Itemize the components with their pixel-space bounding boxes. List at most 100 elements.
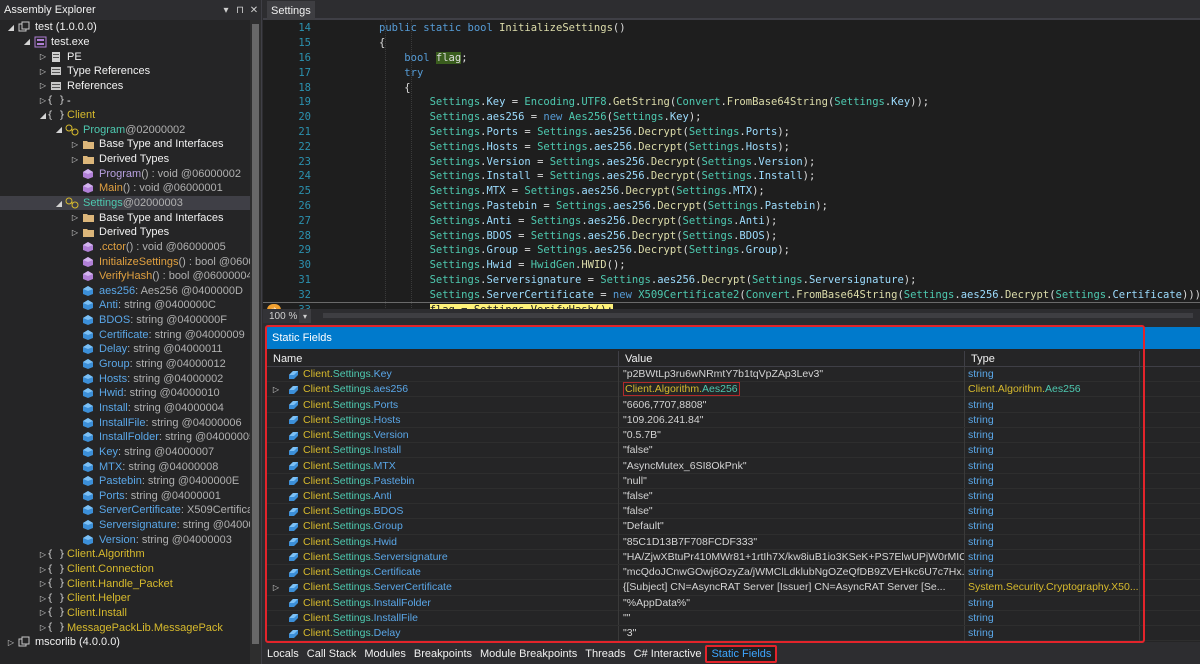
code-line[interactable]: 18 { [263, 80, 1200, 95]
tree-node[interactable]: ◢ Settings @02000003 [0, 195, 250, 211]
code-line[interactable]: 19 Settings.Key = Encoding.UTF8.GetStrin… [263, 95, 1200, 110]
code-line[interactable]: 21 Settings.Ports = Settings.aes256.Decr… [263, 125, 1200, 140]
collapsed-arrow-icon[interactable]: ▷ [6, 635, 16, 649]
code-line[interactable]: 26 Settings.Pastebin = Settings.aes256.D… [263, 199, 1200, 214]
tree-node[interactable]: Main() : void @06000001 [0, 181, 250, 196]
tree-node[interactable]: aes256 : Aes256 @0400000D [0, 284, 250, 299]
tree-node[interactable]: ◢ Program @02000002 [0, 122, 250, 137]
tree-node[interactable]: VerifyHash() : bool @06000004 [0, 269, 253, 284]
code-line[interactable]: 25 Settings.MTX = Settings.aes256.Decryp… [263, 184, 1200, 199]
tree-node[interactable]: ▷ Derived Types [0, 152, 250, 167]
expanded-arrow-icon[interactable]: ◢ [22, 35, 32, 49]
tree-node[interactable]: ▷{ } Client.Handle_Packet [0, 576, 250, 591]
code-line[interactable]: 23 Settings.Version = Settings.aes256.De… [263, 154, 1200, 169]
tree-node[interactable]: ▷ Type References [0, 64, 250, 79]
field-icon [80, 460, 96, 474]
tree-node[interactable]: Version : string @04000003 [0, 532, 250, 547]
tree-node[interactable]: Group : string @04000012 [0, 357, 250, 372]
tree-node[interactable]: ▷{ } Client.Helper [0, 591, 250, 606]
tab-threads[interactable]: Threads [581, 645, 629, 663]
tree-node[interactable]: Pastebin : string @0400000E [0, 474, 250, 489]
explorer-scrollbar[interactable] [250, 20, 261, 664]
tree-node[interactable]: ▷{ } - [0, 93, 250, 108]
code-line[interactable]: 15 { [263, 36, 1200, 51]
expanded-arrow-icon[interactable]: ◢ [6, 20, 16, 34]
tree-node[interactable]: ▷ Base Type and Interfaces [0, 210, 250, 225]
tree-node[interactable]: ▷ References [0, 79, 250, 94]
tree-node[interactable]: ▷ Derived Types [0, 225, 250, 240]
tab-module-breakpoints[interactable]: Module Breakpoints [476, 645, 581, 663]
code-line[interactable]: 17 try [263, 65, 1200, 80]
tree-node[interactable]: InitializeSettings() : bool @0600 [0, 254, 255, 269]
code-line[interactable]: 32 Settings.ServerCertificate = new X509… [263, 287, 1200, 302]
code-token: ); [815, 199, 828, 212]
tree-node[interactable]: ▷{ } MessagePackLib.MessagePack [0, 620, 250, 635]
tree-node[interactable]: Program() : void @06000002 [0, 166, 250, 181]
tree-node[interactable]: ◢ test.exe [0, 35, 250, 50]
tree-node-label: References [67, 79, 124, 92]
code-line[interactable]: 14 public static bool InitializeSettings(… [263, 21, 1200, 36]
tab-call-stack[interactable]: Call Stack [303, 645, 361, 663]
tree-node[interactable]: ◢{ } Client [0, 108, 250, 123]
code-line[interactable]: 22 Settings.Hosts = Settings.aes256.Decr… [263, 139, 1200, 154]
tab-static-fields[interactable]: Static Fields [705, 645, 778, 663]
code-token: MTX [486, 185, 506, 198]
dropdown-icon[interactable]: ▾ [219, 5, 233, 16]
code-editor[interactable]: 14 public static bool InitializeSettings(… [263, 20, 1200, 310]
tree-node-signature: : string @04000001 [124, 489, 221, 502]
code-line[interactable]: 20 Settings.aes256 = new Aes256(Settings… [263, 110, 1200, 125]
collapsed-arrow-icon[interactable]: ▷ [38, 64, 48, 78]
tree-node[interactable]: ServerCertificate : X509Certifica [0, 503, 253, 518]
code-line[interactable]: 29 Settings.Group = Settings.aes256.Decr… [263, 243, 1200, 258]
zoom-dropdown-icon[interactable]: ▾ [299, 309, 311, 323]
tree-node[interactable]: ▷ PE [0, 49, 250, 64]
code-line[interactable]: 31 Settings.Serversignature = Settings.a… [263, 273, 1200, 288]
code-token: )); [910, 96, 930, 109]
tree-node[interactable]: Serversignature : string @04000 [0, 518, 254, 533]
code-line[interactable]: 30 Settings.Hwid = HwidGen.HWID(); [263, 258, 1200, 273]
code-line[interactable]: 24 Settings.Install = Settings.aes256.De… [263, 169, 1200, 184]
tree-node[interactable]: Hosts : string @04000002 [0, 371, 250, 386]
tab-modules[interactable]: Modules [360, 645, 410, 663]
tree-node[interactable]: ▷ Base Type and Interfaces [0, 137, 250, 152]
collapsed-arrow-icon[interactable]: ▷ [70, 225, 80, 239]
tree-node[interactable]: Anti : string @0400000C [0, 298, 250, 313]
zoom-level[interactable]: 100 % [263, 309, 299, 323]
code-line[interactable]: 16 bool flag; [263, 51, 1200, 66]
collapsed-arrow-icon[interactable]: ▷ [70, 152, 80, 166]
tree-node[interactable]: Ports : string @04000001 [0, 489, 250, 504]
tree-node[interactable]: ▷{ } Client.Install [0, 606, 250, 621]
tab-locals[interactable]: Locals [263, 645, 303, 663]
expanded-arrow-icon[interactable]: ◢ [54, 196, 64, 210]
tree-node[interactable]: BDOS : string @0400000F [0, 313, 250, 328]
code-line[interactable]: 28 Settings.BDOS = Settings.aes256.Decry… [263, 228, 1200, 243]
tab-c-interactive[interactable]: C# Interactive [630, 645, 706, 663]
tree-node[interactable]: ◢ test (1.0.0.0) [0, 20, 250, 35]
tree-node[interactable]: Hwid : string @04000010 [0, 386, 250, 401]
collapsed-arrow-icon[interactable]: ▷ [38, 79, 48, 93]
pin-icon[interactable]: ⊓ [233, 5, 247, 16]
code-token: = [530, 170, 550, 183]
code-line[interactable]: 27 Settings.Anti = Settings.aes256.Decry… [263, 213, 1200, 228]
scrollbar-thumb[interactable] [252, 24, 259, 644]
tab-breakpoints[interactable]: Breakpoints [410, 645, 476, 663]
tree-node[interactable]: Certificate : string @04000009 [0, 327, 250, 342]
expanded-arrow-icon[interactable]: ◢ [54, 123, 64, 137]
tree-node[interactable]: ▷ mscorlib (4.0.0.0) [0, 635, 250, 650]
tree-node[interactable]: InstallFile : string @04000006 [0, 415, 250, 430]
tree-node[interactable]: ▷{ } Client.Algorithm [0, 547, 250, 562]
tree-node[interactable]: InstallFolder : string @04000005 [0, 430, 255, 445]
tree-node[interactable]: ▷{ } Client.Connection [0, 562, 250, 577]
tree-node[interactable]: Key : string @04000007 [0, 445, 250, 460]
collapsed-arrow-icon[interactable]: ▷ [70, 211, 80, 225]
editor-horizontal-scrollbar[interactable] [323, 313, 1193, 318]
tree-node[interactable]: Install : string @04000004 [0, 401, 250, 416]
close-icon[interactable]: ✕ [247, 5, 261, 16]
tab-settings[interactable]: Settings [267, 1, 315, 20]
tree-node[interactable]: Delay : string @04000011 [0, 342, 250, 357]
tree-node[interactable]: MTX : string @04000008 [0, 459, 250, 474]
collapsed-arrow-icon[interactable]: ▷ [70, 137, 80, 151]
tree-node[interactable]: .cctor() : void @06000005 [0, 240, 250, 255]
collapsed-arrow-icon[interactable]: ▷ [38, 50, 48, 64]
